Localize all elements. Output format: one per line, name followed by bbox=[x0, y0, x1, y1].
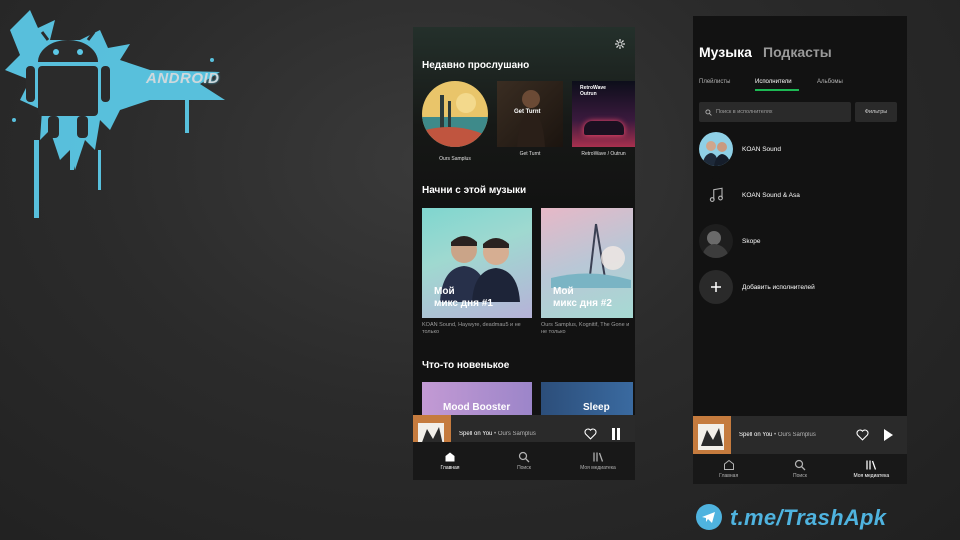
search-icon bbox=[794, 459, 806, 471]
add-artists-row[interactable]: Добавить исполнителей bbox=[699, 269, 899, 305]
nav-label: Главная bbox=[719, 473, 739, 479]
like-button[interactable] bbox=[851, 424, 873, 446]
playlist-card-sleep[interactable]: Sleep bbox=[541, 382, 633, 415]
mini-player-track: Spell on You • Ours Samplus bbox=[459, 431, 536, 437]
landscape-illustration bbox=[551, 223, 631, 288]
tab-music[interactable]: Музыка bbox=[699, 44, 752, 60]
home-screen: Недавно прослушано Ours Samplus Get Turn… bbox=[413, 27, 635, 480]
nav-label: Поиск bbox=[517, 465, 531, 471]
daily-mix-cover: Мой микс дня #2 bbox=[541, 208, 633, 318]
album-cover-ours-samplus bbox=[422, 81, 488, 147]
active-tab-indicator bbox=[755, 89, 799, 91]
daily-mix-cover: Мой микс дня #1 bbox=[422, 208, 532, 318]
artist-avatar bbox=[699, 178, 733, 212]
cover-text: RetroWave Outrun bbox=[580, 85, 606, 97]
nav-search[interactable]: Поиск bbox=[494, 451, 554, 471]
add-artists-label: Добавить исполнителей bbox=[742, 283, 815, 291]
artist-row[interactable]: KOAN Sound & Asa bbox=[699, 177, 899, 213]
artist-name: Skope bbox=[742, 237, 761, 245]
nav-library[interactable]: Моя медиатека bbox=[568, 451, 628, 471]
recent-item-title: Ours Samplus bbox=[439, 156, 471, 162]
recent-item[interactable]: RetroWave Outrun RetroWave / Outrun bbox=[572, 81, 635, 157]
filters-button[interactable]: Фильтры bbox=[855, 102, 897, 122]
library-icon bbox=[866, 460, 877, 470]
daily-mix-card[interactable]: Мой микс дня #2 Ours Samplus, Kognitif, … bbox=[541, 208, 633, 336]
nav-label: Главная bbox=[440, 465, 460, 471]
section-something-new: Что-то новенькое bbox=[422, 360, 510, 371]
artist-name: KOAN Sound bbox=[742, 145, 782, 153]
playlist-title: Mood Booster bbox=[443, 402, 511, 413]
daily-mix-card[interactable]: Мой микс дня #1 KOAN Sound, Haywyre, dea… bbox=[422, 208, 532, 336]
settings-gear-icon[interactable] bbox=[614, 38, 626, 50]
library-screen: Музыка Подкасты Плейлисты Исполнители Ал… bbox=[693, 16, 907, 484]
cover-text: Get Turnt bbox=[514, 109, 541, 115]
pause-icon bbox=[612, 428, 620, 440]
artist-row[interactable]: Skope bbox=[699, 223, 899, 259]
tab-podcasts[interactable]: Подкасты bbox=[763, 44, 832, 60]
home-icon bbox=[445, 452, 455, 462]
car-shape bbox=[584, 121, 624, 135]
nav-home[interactable]: Главная bbox=[420, 451, 480, 471]
nav-label: Поиск bbox=[793, 473, 807, 479]
subtab-artists[interactable]: Исполнители bbox=[755, 79, 792, 85]
home-icon bbox=[723, 459, 734, 470]
mini-player-track: Spell on You • Ours Samplus bbox=[739, 432, 816, 438]
artists-search-field[interactable]: Поиск в исполнителях bbox=[699, 102, 851, 122]
album-cover-retrowave: RetroWave Outrun bbox=[572, 81, 635, 147]
section-recently-played: Недавно прослушано bbox=[422, 60, 530, 71]
heart-icon bbox=[856, 429, 868, 441]
search-icon bbox=[518, 451, 530, 463]
nav-search[interactable]: Поиск bbox=[770, 459, 830, 479]
recent-item-title: Get Turnt bbox=[519, 151, 541, 157]
person-silhouette-icon bbox=[517, 90, 545, 147]
daily-mix-title: Мой микс дня #1 bbox=[434, 286, 493, 309]
play-button[interactable] bbox=[877, 424, 899, 446]
daily-mix-description: Ours Samplus, Kognitif, The Gone и не то… bbox=[541, 322, 630, 335]
mini-player[interactable]: Spell on You • Ours Samplus bbox=[693, 416, 907, 454]
recent-item[interactable]: Ours Samplus bbox=[422, 81, 488, 162]
nav-label: Моя медиатека bbox=[580, 465, 616, 471]
add-icon-circle bbox=[699, 270, 733, 304]
artist-row[interactable]: KOAN Sound bbox=[699, 131, 899, 167]
music-note-icon bbox=[709, 187, 723, 202]
mini-player-cover bbox=[693, 416, 731, 454]
nav-library[interactable]: Моя медиатека bbox=[841, 459, 901, 479]
library-icon bbox=[593, 452, 604, 462]
daily-mix-description: KOAN Sound, Haywyre, deadmau5 и не тольк… bbox=[422, 322, 521, 335]
daily-mix-title: Мой микс дня #2 bbox=[553, 286, 612, 309]
search-placeholder: Поиск в исполнителях bbox=[716, 109, 773, 115]
telegram-icon bbox=[696, 504, 722, 530]
search-icon bbox=[705, 108, 712, 116]
playlist-card-mood-booster[interactable]: Mood Booster bbox=[422, 382, 532, 415]
bottom-navigation: Главная Поиск Моя медиатека bbox=[693, 454, 907, 484]
artist-avatar bbox=[699, 224, 733, 258]
subtab-albums[interactable]: Альбомы bbox=[817, 79, 843, 85]
artists-list: KOAN Sound KOAN Sound & Asa Skope Добави… bbox=[699, 131, 899, 305]
album-cover-get-turnt: Get Turnt bbox=[497, 81, 563, 147]
android-logo bbox=[5, 10, 225, 218]
nav-label: Моя медиатека bbox=[853, 473, 890, 479]
recent-item-title: RetroWave / Outrun bbox=[581, 151, 626, 157]
artist-avatar bbox=[699, 132, 733, 166]
android-brand-text: ANDROID bbox=[146, 70, 220, 87]
plus-icon bbox=[711, 282, 721, 292]
nav-home[interactable]: Главная bbox=[699, 459, 759, 479]
section-start-with: Начни с этой музыки bbox=[422, 185, 527, 196]
heart-icon bbox=[584, 428, 596, 440]
telegram-link[interactable]: t.me/TrashApk bbox=[730, 505, 886, 531]
bottom-navigation: Главная Поиск Моя медиатека bbox=[413, 442, 635, 480]
playlist-title: Sleep bbox=[583, 402, 610, 413]
recent-item[interactable]: Get Turnt Get Turnt bbox=[497, 81, 563, 157]
subtab-playlists[interactable]: Плейлисты bbox=[699, 79, 730, 85]
play-icon bbox=[884, 429, 893, 441]
artist-name: KOAN Sound & Asa bbox=[742, 191, 800, 199]
